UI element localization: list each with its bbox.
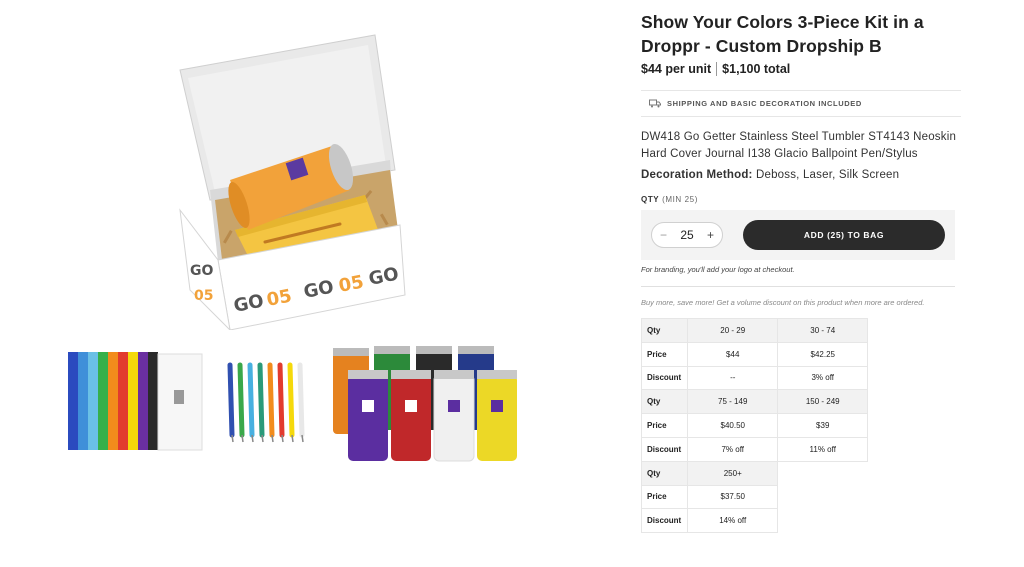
pricing-cell-c1: 7% off xyxy=(687,436,779,462)
pricing-cell-label: Qty xyxy=(640,460,689,486)
quantity-stepper: − 25 + xyxy=(651,222,723,248)
pricing-cell-c2 xyxy=(777,508,868,533)
decoration-method: Decoration Method: Deboss, Laser, Silk S… xyxy=(641,169,961,181)
product-info-panel: Show Your Colors 3-Piece Kit in a Droppr… xyxy=(640,0,961,534)
decoration-label: Decoration Method: xyxy=(641,169,753,181)
pricing-cell-c2: 30 - 74 xyxy=(777,318,869,343)
pricing-cell-c2: 11% off xyxy=(777,436,869,462)
pricing-cell-label: Price xyxy=(640,484,689,510)
svg-text:GO: GO xyxy=(190,263,213,279)
shipping-note: SHIPPING AND BASIC DECORATION INCLUDED xyxy=(667,99,862,108)
pricing-cell-c1: 250+ xyxy=(687,460,779,486)
add-to-bag-button[interactable]: ADD (25) TO BAG xyxy=(743,220,945,250)
pricing-cell-c1: $44 xyxy=(687,341,779,367)
pricing-row: Qty 250+ xyxy=(640,460,868,486)
journals-colors-thumb[interactable] xyxy=(60,340,210,470)
pricing-cell-c2: 3% off xyxy=(777,365,869,391)
price-total: $1,100 total xyxy=(722,62,791,76)
pricing-cell-c2: $39 xyxy=(777,413,869,438)
qty-label-text: QTY xyxy=(641,195,660,204)
pricing-row: Price $37.50 xyxy=(640,484,868,510)
pricing-cell-label: Discount xyxy=(640,365,689,391)
svg-text:05: 05 xyxy=(194,288,213,304)
quantity-input[interactable]: 25 xyxy=(680,228,693,242)
pricing-cell-c2: 150 - 249 xyxy=(777,389,869,415)
thumbnail-strip xyxy=(60,340,530,470)
main-product-image[interactable]: GO 05 GO 05 GO GO 05 xyxy=(160,30,420,330)
pricing-row: Price $44 $42.25 xyxy=(640,341,869,367)
pricing-cell-label: Discount xyxy=(640,436,689,462)
decrement-button[interactable]: − xyxy=(660,228,667,242)
product-title: Show Your Colors 3-Piece Kit in a Droppr… xyxy=(641,12,924,56)
volume-pricing-table: Qty 20 - 29 30 - 74 Price $44 $42.25 Discount -… xyxy=(640,318,869,534)
pricing-cell-c2 xyxy=(777,485,868,509)
product-gallery: GO 05 GO 05 GO GO 05 xyxy=(0,0,560,567)
qty-panel: − 25 + ADD (25) TO BAG xyxy=(641,210,955,260)
pricing-row: Discount 7% off 11% off xyxy=(640,436,869,462)
pricing-row: Discount -- 3% off xyxy=(640,365,869,391)
shipping-banner: SHIPPING AND BASIC DECORATION INCLUDED xyxy=(641,90,961,117)
pricing-cell-c1: 75 - 149 xyxy=(687,389,779,415)
tumblers-colors-thumb[interactable] xyxy=(328,340,528,470)
pricing-cell-label: Price xyxy=(640,341,689,367)
pricing-row: Qty 20 - 29 30 - 74 xyxy=(640,318,869,343)
increment-button[interactable]: + xyxy=(707,228,714,242)
pricing-cell-label: Qty xyxy=(640,389,689,415)
pricing-cell-c1: $37.50 xyxy=(687,484,779,510)
product-description: DW418 Go Getter Stainless Steel Tumbler … xyxy=(641,131,957,160)
pricing-cell-c1: 14% off xyxy=(687,508,779,534)
pens-colors-thumb[interactable] xyxy=(220,340,320,470)
pricing-cell-c1: $40.50 xyxy=(687,413,779,438)
pricing-row: Qty 75 - 149 150 - 249 xyxy=(640,389,869,415)
pricing-cell-label: Price xyxy=(640,413,689,438)
pricing-row: Price $40.50 $39 xyxy=(640,413,869,438)
pricing-cell-c1: 20 - 29 xyxy=(687,318,779,343)
volume-discount-note: Buy more, save more! Get a volume discou… xyxy=(641,298,925,307)
pricing-cell-c2 xyxy=(777,461,868,486)
pricing-cell-c1: -- xyxy=(687,365,779,391)
pricing-cell-label: Qty xyxy=(640,318,689,343)
price-divider xyxy=(716,62,718,76)
pricing-cell-c2: $42.25 xyxy=(777,341,869,367)
branding-note: For branding, you'll add your logo at ch… xyxy=(641,265,955,287)
qty-min-note: (MIN 25) xyxy=(662,195,698,204)
truck-icon xyxy=(649,99,661,108)
qty-label: QTY (MIN 25) xyxy=(641,195,961,204)
price-per-unit: $44 per unit xyxy=(641,62,712,76)
pricing-row: Discount 14% off xyxy=(640,508,868,534)
price-row: $44 per unit $1,100 total xyxy=(641,62,961,76)
decoration-value: Deboss, Laser, Silk Screen xyxy=(755,169,900,181)
pricing-cell-label: Discount xyxy=(640,508,689,534)
